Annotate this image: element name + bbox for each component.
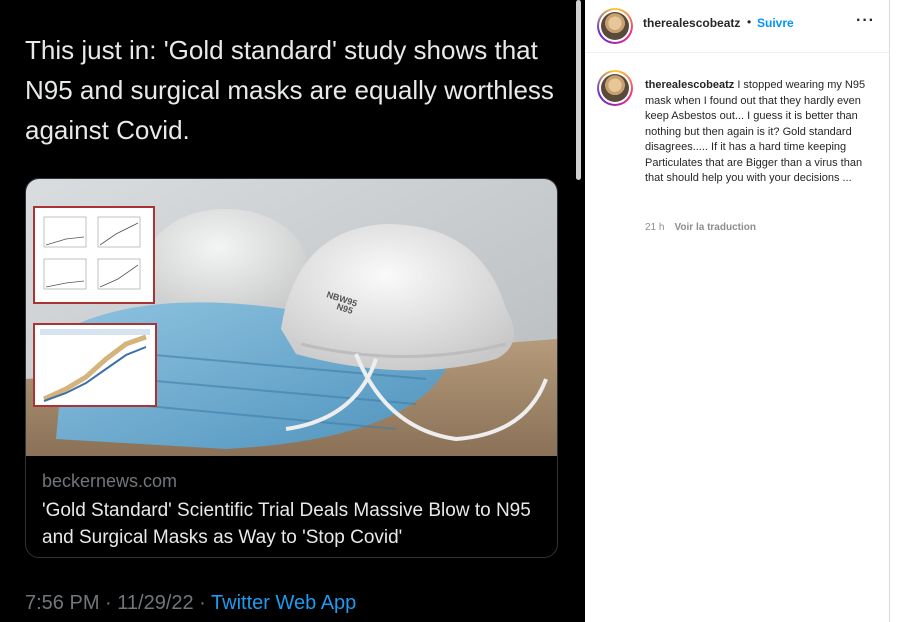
instagram-post-panel: therealescobeatz • Suivre ··· therealesc… <box>585 0 889 622</box>
tweet-meta: 7:56 PM · 11/29/22 · Twitter Web App <box>25 592 356 615</box>
header-username[interactable]: therealescobeatz <box>643 16 740 30</box>
inset-charts-bottom <box>33 323 157 407</box>
follow-button[interactable]: Suivre <box>757 16 794 30</box>
avatar[interactable] <box>597 8 633 44</box>
tweet-source[interactable]: Twitter Web App <box>211 592 356 614</box>
tweet-time: 7:56 PM · 11/29/22 · <box>25 592 212 614</box>
caption-meta: 21 h Voir la traduction <box>645 222 756 233</box>
tweet-screenshot: This just in: 'Gold standard' study show… <box>0 0 585 622</box>
card-domain: beckernews.com <box>42 471 178 491</box>
post-header: therealescobeatz • Suivre ··· <box>585 0 889 53</box>
header-separator: • <box>747 15 752 29</box>
link-card[interactable]: NBW95 N95 beckernews.com 'Gold Standard'… <box>25 178 558 558</box>
scrollbar[interactable] <box>576 0 581 180</box>
tweet-text: This just in: 'Gold standard' study show… <box>25 35 554 145</box>
inset-charts-top <box>33 206 155 304</box>
article-image: NBW95 N95 <box>26 179 557 456</box>
time-ago: 21 h <box>645 222 665 233</box>
avatar-image <box>601 74 629 102</box>
caption: therealescobeatz I stopped wearing my N9… <box>645 78 880 187</box>
panel-border <box>889 0 890 622</box>
translate-button[interactable]: Voir la traduction <box>674 222 756 233</box>
avatar-image <box>601 12 629 40</box>
more-options-icon[interactable]: ··· <box>856 12 875 30</box>
caption-text: I stopped wearing my N95 mask when I fou… <box>645 79 866 184</box>
caption-username[interactable]: therealescobeatz <box>645 79 734 91</box>
card-title[interactable]: 'Gold Standard' Scientific Trial Deals M… <box>42 497 547 551</box>
caption-avatar[interactable] <box>597 70 633 106</box>
